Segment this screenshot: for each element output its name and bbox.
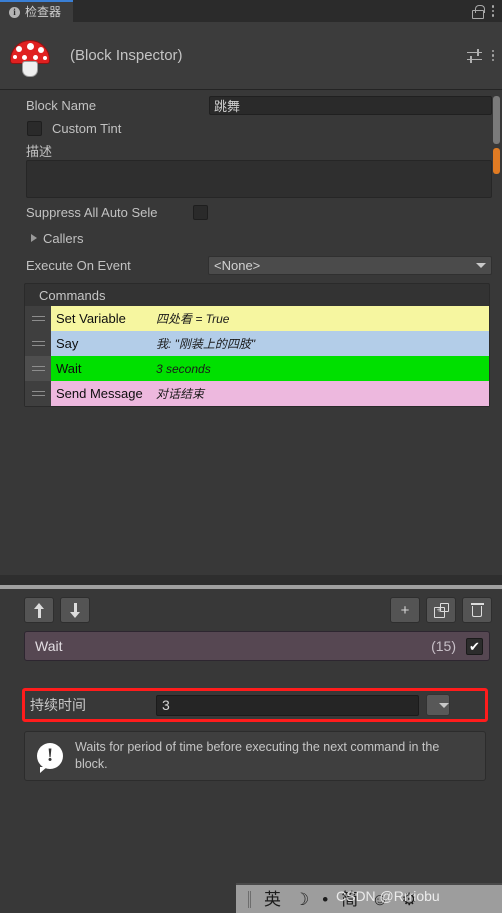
commands-header: Commands (25, 284, 489, 306)
scrollbar-marker (493, 148, 500, 174)
command-row-body[interactable]: Send Message 对话结束 (51, 381, 489, 406)
command-row-body[interactable]: Wait 3 seconds (51, 356, 489, 381)
command-type: Say (56, 336, 79, 351)
tab-inspector[interactable]: i 检查器 (0, 0, 74, 22)
command-toolbar: + + (0, 589, 502, 631)
selected-command-bar[interactable]: Wait (15) ✔ (24, 631, 490, 661)
block-name-input[interactable]: 跳舞 (209, 95, 492, 115)
command-row-body[interactable]: Say 我: "刚装上的四肢" (51, 331, 489, 356)
command-type: Send Message (56, 386, 143, 401)
inspector-body: Block Name 跳舞 Custom Tint 描述 Suppress Al… (0, 90, 502, 575)
delete-command-button[interactable] (462, 597, 492, 623)
sliders-icon[interactable] (466, 48, 482, 63)
description-textarea[interactable] (26, 160, 492, 198)
chevron-down-icon (439, 702, 449, 708)
arrow-down-icon (69, 602, 81, 618)
duration-row: 持续时间 3 (30, 694, 482, 716)
selected-command-index: (15) (431, 638, 456, 654)
execute-on-event-value: <None> (214, 257, 261, 273)
custom-tint-checkbox[interactable] (27, 120, 42, 136)
table-row[interactable]: Say 我: "刚装上的四肢" (25, 331, 489, 356)
table-row[interactable]: Wait 3 seconds (25, 356, 489, 381)
move-down-button[interactable] (60, 597, 90, 623)
tab-inspector-label: 检查器 (25, 5, 62, 19)
object-header: (Block Inspector) (0, 22, 502, 90)
ime-settings-icon[interactable]: ⚙ (402, 891, 417, 908)
duplicate-icon: + (433, 602, 449, 618)
duration-dropdown-button[interactable] (426, 694, 450, 716)
mushroom-icon (8, 34, 52, 78)
drag-handle[interactable] (25, 381, 51, 406)
command-type: Wait (56, 361, 82, 376)
command-summary: 我: "刚装上的四肢" (156, 337, 256, 351)
triangle-right-icon[interactable] (31, 234, 37, 242)
execute-on-event-select[interactable]: <None> (208, 255, 492, 275)
execute-on-event-row: Execute On Event <None> (0, 250, 502, 280)
selected-command-name: Wait (35, 638, 63, 654)
ime-toolbar[interactable]: 英 ☽ • 简 ☺ ⚙ CSDN @Rrriobu (236, 883, 502, 913)
table-row[interactable]: Send Message 对话结束 (25, 381, 489, 406)
block-name-row: Block Name 跳舞 (0, 90, 502, 116)
ime-simplified-toggle[interactable]: 简 (341, 891, 358, 908)
page-title: (Block Inspector) (70, 47, 183, 64)
callers-foldout[interactable]: Callers (0, 226, 502, 250)
unity-inspector-window: i 检查器 (Block Inspector) Block Name 跳舞 Cu… (0, 0, 502, 913)
command-summary: 3 seconds (156, 361, 211, 376)
duplicate-command-button[interactable]: + (426, 597, 456, 623)
object-header-actions (466, 48, 502, 63)
suppress-checkbox[interactable] (193, 204, 208, 220)
drag-handle[interactable] (25, 356, 51, 381)
ime-moon-icon[interactable]: ☽ (294, 891, 309, 908)
duration-input[interactable]: 3 (156, 694, 419, 716)
suppress-label: Suppress All Auto Sele (26, 204, 158, 220)
command-enabled-checkbox[interactable]: ✔ (466, 637, 483, 655)
chevron-down-icon (476, 262, 486, 268)
command-row-body[interactable]: Set Variable 四处看 = True (51, 306, 489, 331)
command-type: Set Variable (56, 311, 126, 326)
vertical-scrollbar[interactable] (493, 96, 500, 326)
commands-header-label: Commands (39, 287, 106, 303)
drag-handle[interactable] (25, 331, 51, 356)
trash-icon (470, 602, 484, 618)
kebab-menu-icon[interactable] (491, 49, 494, 62)
ime-emoji-icon[interactable]: ☺ (371, 891, 388, 908)
exclamation-icon: ! (37, 743, 63, 773)
duration-label: 持续时间 (30, 697, 86, 713)
drag-grip-icon[interactable] (248, 890, 251, 908)
move-up-button[interactable] (24, 597, 54, 623)
description-label: 描述 (26, 143, 53, 159)
scrollbar-thumb[interactable] (493, 96, 500, 144)
custom-tint-row[interactable]: Custom Tint (0, 116, 502, 140)
commands-panel: Commands Set Variable 四处看 = True Say 我: … (24, 283, 490, 407)
kebab-menu-icon[interactable] (491, 5, 494, 17)
command-summary: 对话结束 (156, 387, 205, 401)
lock-icon[interactable] (471, 4, 485, 19)
ime-language-toggle[interactable]: 英 (264, 891, 281, 908)
arrow-up-icon (33, 602, 45, 618)
callers-label: Callers (43, 230, 84, 246)
help-box-text: Waits for period of time before executin… (75, 740, 440, 771)
execute-on-event-label: Execute On Event (26, 257, 131, 273)
description-label-row: 描述 (0, 140, 502, 160)
tab-bar-actions (471, 0, 502, 22)
drag-handle[interactable] (25, 306, 51, 331)
window-tab-bar: i 检查器 (0, 0, 502, 22)
command-editor-pane: + + Wait (15) ✔ 持续时间 3 ! Waits for perio… (0, 589, 502, 913)
suppress-row[interactable]: Suppress All Auto Sele (0, 198, 502, 226)
help-box: ! Waits for period of time before execut… (24, 731, 486, 781)
drag-grip-icon (31, 313, 45, 323)
command-summary: 四处看 = True (156, 312, 230, 326)
drag-grip-icon (31, 338, 45, 348)
drag-grip-icon (31, 363, 45, 373)
pane-divider-bg (0, 575, 502, 585)
ime-dot-icon[interactable]: • (322, 891, 328, 908)
custom-tint-label: Custom Tint (52, 120, 122, 136)
info-icon: i (9, 6, 20, 18)
table-row[interactable]: Set Variable 四处看 = True (25, 306, 489, 331)
drag-grip-icon (31, 388, 45, 398)
add-command-button[interactable]: + (390, 597, 420, 623)
block-name-label: Block Name (26, 97, 97, 113)
